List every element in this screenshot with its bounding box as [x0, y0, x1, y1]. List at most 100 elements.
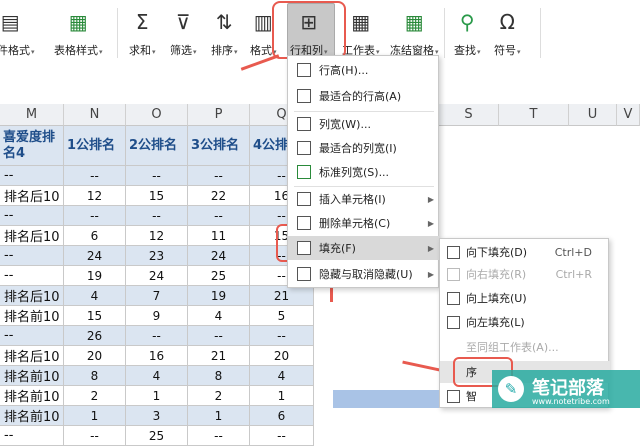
table-cell[interactable]: --: [188, 426, 250, 446]
table-cell[interactable]: --: [188, 166, 250, 186]
table-cell[interactable]: 排名前10: [0, 306, 64, 326]
table-cell[interactable]: 4: [64, 286, 126, 306]
table-cell[interactable]: 25: [188, 266, 250, 286]
menu-item-standard-width[interactable]: 标准列宽(S)...: [288, 160, 440, 184]
submenu-item-fill-up[interactable]: 向上填充(U): [440, 287, 610, 309]
table-cell[interactable]: 排名后10: [0, 186, 64, 206]
table-cell[interactable]: 12: [126, 226, 188, 246]
table-cell[interactable]: --: [126, 326, 188, 346]
freeze-pane-button[interactable]: ▦ 冻结窗格▾: [390, 6, 439, 58]
table-cell[interactable]: 4: [250, 366, 314, 386]
table-cell[interactable]: 24: [64, 246, 126, 266]
column-header[interactable]: N: [64, 104, 126, 126]
table-cell[interactable]: --: [64, 426, 126, 446]
table-cell[interactable]: --: [126, 206, 188, 226]
table-cell[interactable]: 2: [64, 386, 126, 406]
column-header[interactable]: M: [0, 104, 64, 126]
submenu-item-fill-down[interactable]: 向下填充(D) Ctrl+D: [440, 241, 610, 263]
header-cell[interactable]: 喜爱度排名4: [0, 126, 64, 166]
table-cell[interactable]: 排名前10: [0, 366, 64, 386]
column-header[interactable]: O: [126, 104, 188, 126]
table-cell[interactable]: 25: [126, 426, 188, 446]
table-cell[interactable]: 19: [64, 266, 126, 286]
table-cell[interactable]: 5: [250, 306, 314, 326]
table-cell[interactable]: 11: [188, 226, 250, 246]
table-cell[interactable]: 20: [64, 346, 126, 366]
table-cell[interactable]: --: [250, 426, 314, 446]
filter-button[interactable]: ⊽ 筛选▾: [170, 6, 197, 58]
table-cell[interactable]: 6: [250, 406, 314, 426]
table-cell[interactable]: 4: [126, 366, 188, 386]
table-cell[interactable]: 3: [126, 406, 188, 426]
table-cell[interactable]: 1: [188, 406, 250, 426]
table-cell[interactable]: 9: [126, 306, 188, 326]
table-cell[interactable]: --: [64, 206, 126, 226]
menu-item-delete-cells[interactable]: 删除单元格(C) ▶: [288, 211, 440, 235]
menu-item-autofit-column[interactable]: 最适合的列宽(I): [288, 136, 440, 160]
table-cell[interactable]: 排名后10: [0, 346, 64, 366]
table-cell[interactable]: 12: [64, 186, 126, 206]
table-cell[interactable]: --: [0, 326, 64, 346]
header-cell[interactable]: 3公排名: [188, 126, 250, 166]
menu-item-autofit-row[interactable]: 最适合的行高(A): [288, 84, 440, 108]
submenu-item-fill-right[interactable]: 向右填充(R) Ctrl+R: [440, 263, 610, 285]
table-cell[interactable]: --: [188, 206, 250, 226]
find-button[interactable]: ⚲ 查找▾: [454, 6, 481, 58]
table-cell[interactable]: 1: [250, 386, 314, 406]
table-cell[interactable]: 4: [188, 306, 250, 326]
table-cell[interactable]: 1: [64, 406, 126, 426]
table-cell[interactable]: 21: [250, 286, 314, 306]
table-cell[interactable]: 24: [188, 246, 250, 266]
table-cell[interactable]: 15: [126, 186, 188, 206]
menu-item-column-width[interactable]: 列宽(W)...: [288, 112, 440, 136]
menu-item-insert-cells[interactable]: 插入单元格(I) ▶: [288, 187, 440, 211]
column-header[interactable]: U: [569, 104, 617, 126]
submenu-item-fill-left[interactable]: 向左填充(L): [440, 311, 610, 333]
sheet-button[interactable]: ▦ 工作表▾: [342, 6, 380, 58]
table-cell[interactable]: 排名后10: [0, 286, 64, 306]
table-cell[interactable]: --: [0, 206, 64, 226]
table-cell[interactable]: 21: [188, 346, 250, 366]
table-cell[interactable]: --: [0, 426, 64, 446]
table-cell[interactable]: --: [64, 166, 126, 186]
table-cell[interactable]: 24: [126, 266, 188, 286]
table-cell[interactable]: --: [188, 326, 250, 346]
table-style-button[interactable]: ▦ 表格样式▾: [54, 6, 103, 58]
table-cell[interactable]: --: [126, 166, 188, 186]
column-header[interactable]: T: [499, 104, 569, 126]
submenu-item-to-group-sheets[interactable]: 至同组工作表(A)...: [440, 336, 610, 358]
column-header[interactable]: S: [439, 104, 499, 126]
sum-button[interactable]: Σ 求和▾: [129, 6, 156, 58]
header-cell[interactable]: 1公排名: [64, 126, 126, 166]
table-cell[interactable]: 26: [64, 326, 126, 346]
table-cell[interactable]: 6: [64, 226, 126, 246]
table-cell[interactable]: 16: [126, 346, 188, 366]
table-cell[interactable]: 8: [64, 366, 126, 386]
menu-item-row-height[interactable]: 行高(H)...: [288, 58, 440, 82]
table-cell[interactable]: 1: [126, 386, 188, 406]
sort-button[interactable]: ⇅ 排序▾: [211, 6, 238, 58]
table-cell[interactable]: 20: [250, 346, 314, 366]
table-cell[interactable]: 22: [188, 186, 250, 206]
table-cell[interactable]: 8: [188, 366, 250, 386]
table-cell[interactable]: 7: [126, 286, 188, 306]
header-cell[interactable]: 2公排名: [126, 126, 188, 166]
table-cell[interactable]: 2: [188, 386, 250, 406]
delete-cells-icon: [297, 216, 311, 230]
table-cell[interactable]: --: [0, 266, 64, 286]
table-cell[interactable]: 排名前10: [0, 406, 64, 426]
column-header[interactable]: P: [188, 104, 250, 126]
symbol-button[interactable]: Ω 符号▾: [494, 6, 521, 58]
table-cell[interactable]: --: [0, 166, 64, 186]
conditional-format-button[interactable]: ▤ 条件格式▾: [0, 6, 35, 58]
table-cell[interactable]: --: [250, 326, 314, 346]
column-header[interactable]: V: [617, 104, 640, 126]
table-cell[interactable]: 19: [188, 286, 250, 306]
table-cell[interactable]: 排名前10: [0, 386, 64, 406]
table-cell[interactable]: 23: [126, 246, 188, 266]
menu-item-hide-unhide[interactable]: 隐藏与取消隐藏(U) ▶: [288, 262, 440, 286]
table-cell[interactable]: 排名后10: [0, 226, 64, 246]
menu-item-fill[interactable]: 填充(F) ▶: [288, 236, 440, 260]
table-cell[interactable]: 15: [64, 306, 126, 326]
table-cell[interactable]: --: [0, 246, 64, 266]
